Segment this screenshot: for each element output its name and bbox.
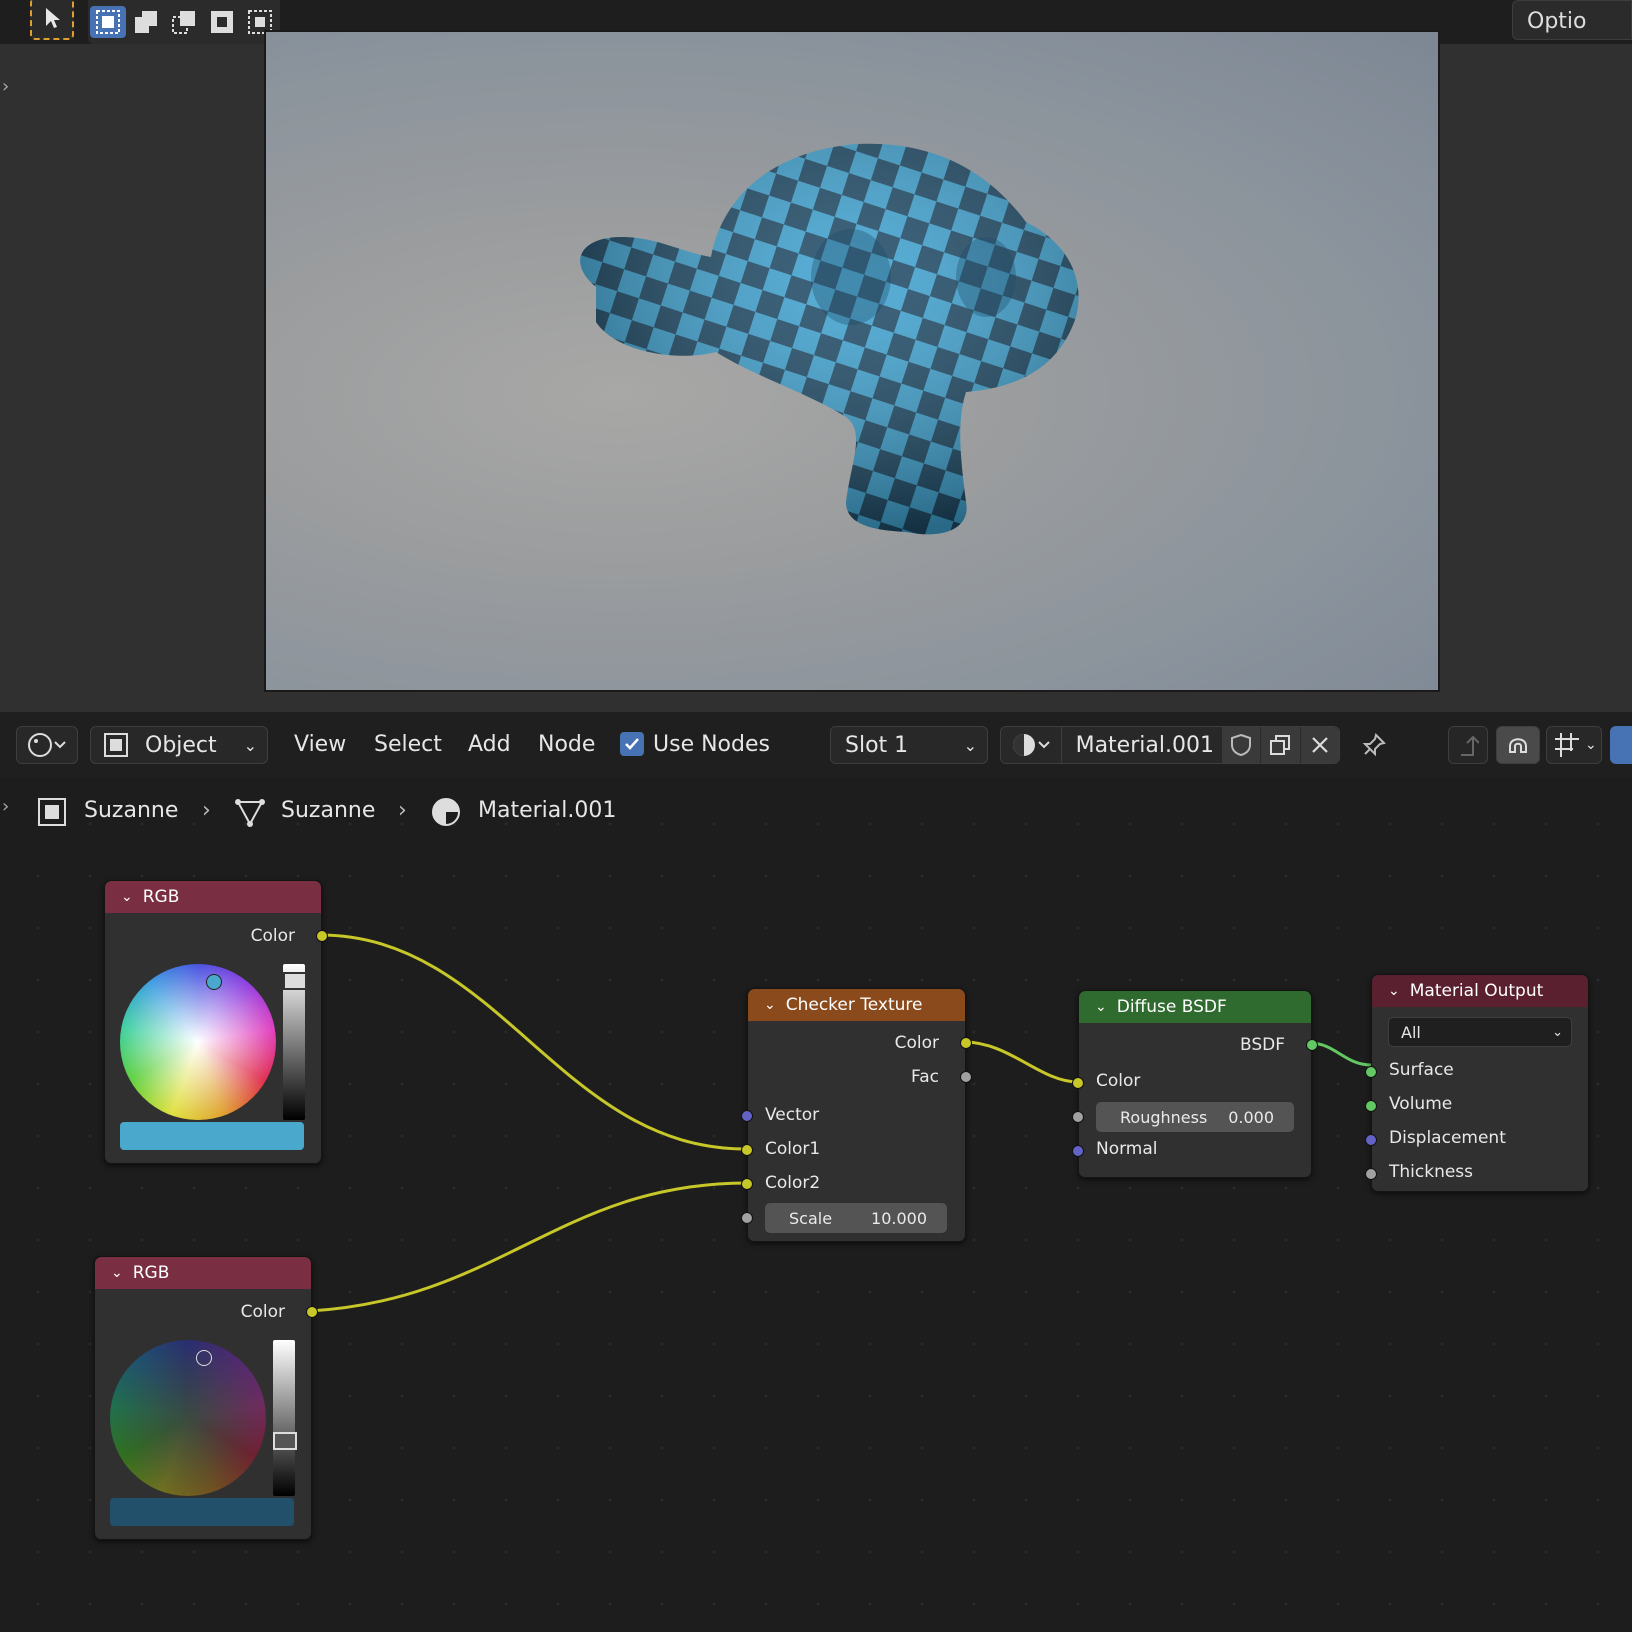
color-swatch[interactable] <box>110 1498 294 1526</box>
rgb-node-1-header[interactable]: ⌄ RGB <box>105 881 321 913</box>
link-rgb2-color2 <box>309 1181 748 1313</box>
checker-output-color-socket[interactable] <box>960 1037 972 1049</box>
rgb-node-2-output-label: Color <box>240 1302 285 1322</box>
checker-input-color2-label: Color2 <box>765 1173 821 1193</box>
output-input-thickness-socket[interactable] <box>1365 1168 1377 1180</box>
roughness-field[interactable]: Roughness 0.000 <box>1096 1102 1294 1132</box>
diffuse-input-normal-label: Normal <box>1096 1139 1158 1159</box>
output-input-volume-socket[interactable] <box>1365 1100 1377 1112</box>
checker-input-scale-socket[interactable] <box>741 1212 753 1224</box>
rgb-node-1[interactable]: ⌄ RGB Color <box>104 880 328 1164</box>
checker-texture-node[interactable]: ⌄ Checker Texture Color Fac Vector Color… <box>741 988 972 1242</box>
scale-label: Scale <box>789 1208 833 1228</box>
rgb-node-2-header[interactable]: ⌄ RGB <box>95 1257 311 1289</box>
chevron-down-icon: ⌄ <box>1552 1024 1563 1040</box>
rgb-node-1-color-socket[interactable] <box>316 930 328 942</box>
target-label: All <box>1401 1022 1421 1042</box>
color-wheel-cursor[interactable] <box>206 974 222 990</box>
rgb-node-2-title: RGB <box>132 1263 170 1283</box>
roughness-value: 0.000 <box>1228 1107 1274 1127</box>
checker-input-vector-label: Vector <box>765 1105 820 1125</box>
diffuse-input-color-socket[interactable] <box>1072 1077 1084 1089</box>
color-swatch[interactable] <box>120 1122 304 1150</box>
output-input-displacement-socket[interactable] <box>1365 1134 1377 1146</box>
checker-input-color1-socket[interactable] <box>741 1144 753 1156</box>
link-diffuse-output <box>1309 1041 1372 1067</box>
material-output-title: Material Output <box>1409 981 1544 1001</box>
value-slider[interactable] <box>283 964 307 1120</box>
scale-field[interactable]: Scale 10.000 <box>765 1203 947 1233</box>
link-rgb1-color1 <box>319 933 748 1151</box>
output-input-displacement-label: Displacement <box>1389 1128 1506 1148</box>
rgb-node-2-color-socket[interactable] <box>306 1306 318 1318</box>
color-wheel[interactable] <box>120 964 276 1120</box>
diffuse-input-normal-socket[interactable] <box>1072 1145 1084 1157</box>
checker-texture-title: Checker Texture <box>785 995 923 1015</box>
value-slider-handle[interactable] <box>283 972 307 990</box>
rgb-node-1-title: RGB <box>142 887 180 907</box>
diffuse-input-roughness-socket[interactable] <box>1072 1111 1084 1123</box>
scale-value: 10.000 <box>871 1208 927 1228</box>
diffuse-output-bsdf-label: BSDF <box>1239 1035 1285 1055</box>
checker-output-fac-socket[interactable] <box>960 1071 972 1083</box>
diffuse-bsdf-title: Diffuse BSDF <box>1116 997 1227 1017</box>
checker-input-vector-socket[interactable] <box>741 1110 753 1122</box>
chevron-down-icon[interactable]: ⌄ <box>111 1265 123 1281</box>
output-input-surface-label: Surface <box>1389 1060 1454 1080</box>
material-output-node[interactable]: ⌄ Material Output All ⌄ Surface Volume D… <box>1365 974 1589 1192</box>
diffuse-input-color-label: Color <box>1096 1071 1141 1091</box>
output-input-surface-socket[interactable] <box>1365 1066 1377 1078</box>
rgb-node-2[interactable]: ⌄ RGB Color <box>94 1256 318 1540</box>
chevron-down-icon[interactable]: ⌄ <box>1388 983 1400 999</box>
link-checker-diffuse <box>963 1040 1079 1084</box>
roughness-label: Roughness <box>1120 1107 1208 1127</box>
target-dropdown[interactable]: All ⌄ <box>1388 1017 1572 1047</box>
checker-texture-header[interactable]: ⌄ Checker Texture <box>748 989 965 1021</box>
output-input-thickness-label: Thickness <box>1389 1162 1474 1182</box>
checker-output-fac-label: Fac <box>911 1067 939 1087</box>
chevron-down-icon[interactable]: ⌄ <box>1095 999 1107 1015</box>
chevron-down-icon[interactable]: ⌄ <box>121 889 133 905</box>
color-wheel-cursor[interactable] <box>196 1350 212 1366</box>
checker-input-color2-socket[interactable] <box>741 1178 753 1190</box>
diffuse-bsdf-node[interactable]: ⌄ Diffuse BSDF BSDF Color Roughness 0.00… <box>1072 990 1318 1178</box>
diffuse-bsdf-header[interactable]: ⌄ Diffuse BSDF <box>1079 991 1311 1023</box>
value-slider-handle[interactable] <box>273 1432 297 1450</box>
value-slider[interactable] <box>273 1340 297 1496</box>
material-output-header[interactable]: ⌄ Material Output <box>1372 975 1588 1007</box>
rgb-node-1-output-label: Color <box>250 926 295 946</box>
chevron-down-icon[interactable]: ⌄ <box>764 997 776 1013</box>
output-input-volume-label: Volume <box>1389 1094 1453 1114</box>
checker-output-color-label: Color <box>894 1033 939 1053</box>
checker-input-color1-label: Color1 <box>765 1139 821 1159</box>
diffuse-output-bsdf-socket[interactable] <box>1306 1039 1318 1051</box>
color-wheel[interactable] <box>110 1340 266 1496</box>
